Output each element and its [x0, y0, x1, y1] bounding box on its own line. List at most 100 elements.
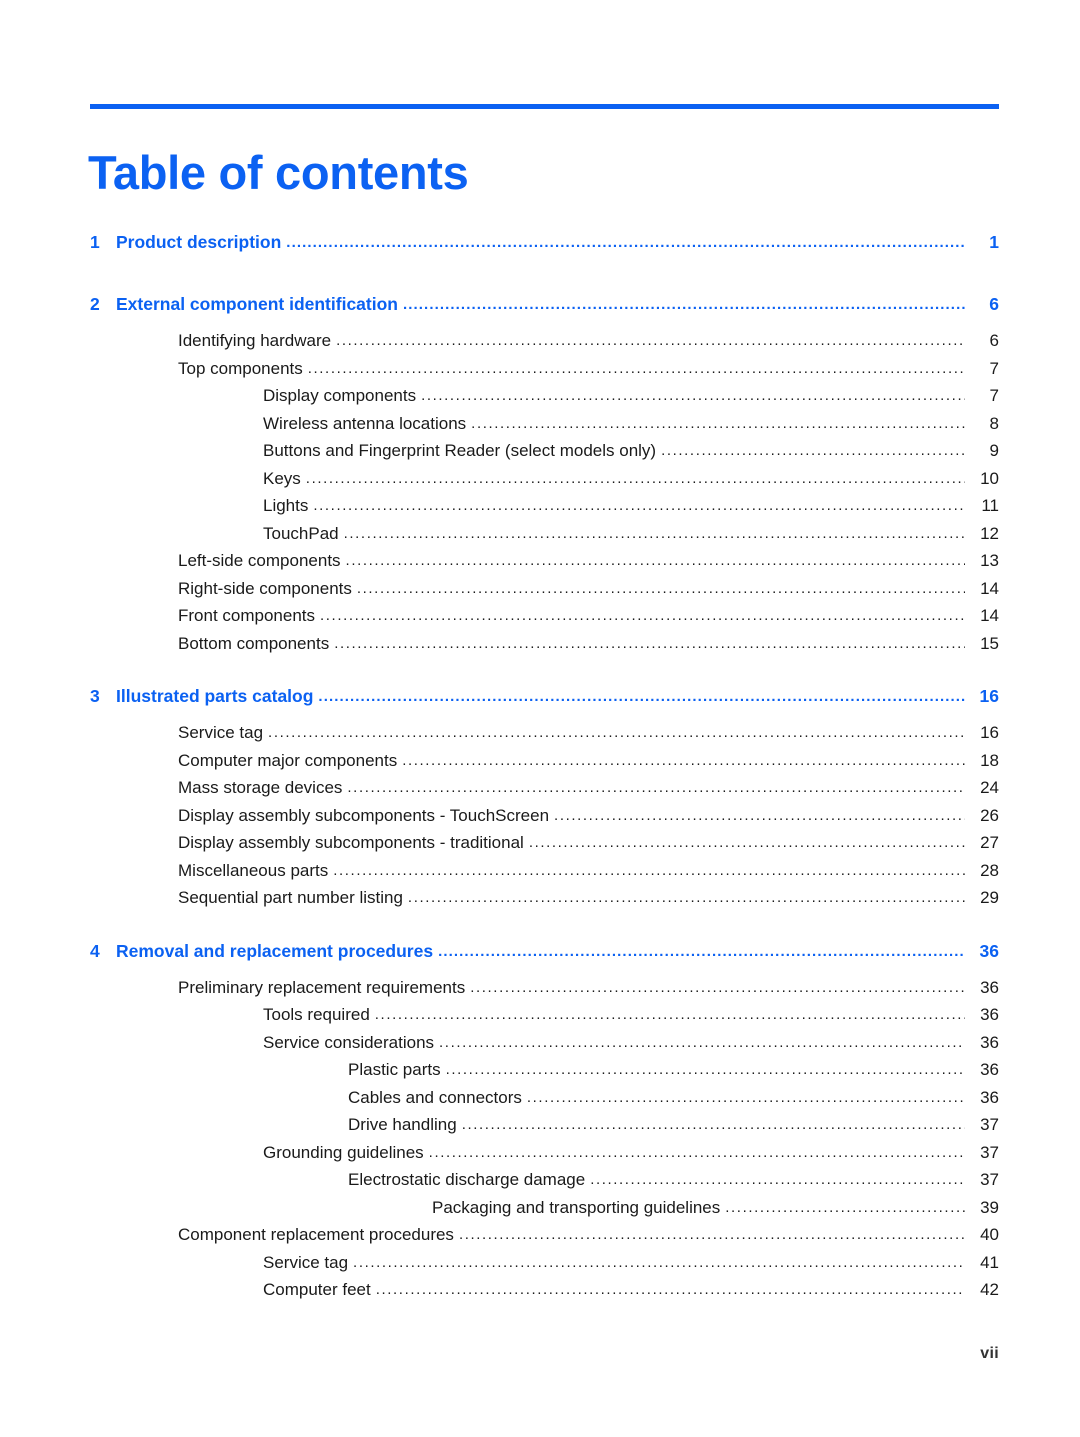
toc-entry-label: Right-side components — [178, 578, 352, 598]
toc-entry-row[interactable]: Computer feet...........................… — [90, 1280, 999, 1308]
toc-entry-label: Keys — [263, 468, 301, 488]
toc-page-number: 13 — [980, 551, 999, 570]
toc-entry-row[interactable]: Service tag.............................… — [90, 1253, 999, 1281]
toc-dot-leader: ........................................… — [336, 332, 965, 349]
toc-entry-label-wrap: Electrostatic discharge damage..........… — [90, 1170, 969, 1190]
toc-entry-label: Wireless antenna locations — [263, 413, 467, 433]
toc-dot-leader: ........................................… — [526, 1088, 965, 1106]
toc-entry-label-wrap: Top components..........................… — [90, 359, 969, 379]
page-title: Table of contents — [88, 146, 469, 200]
toc-dot-leader: ........................................… — [402, 751, 965, 769]
toc-page-number: 14 — [980, 578, 999, 598]
toc-entry-label-wrap: Bottom components.......................… — [90, 634, 969, 654]
toc-page-number: 12 — [980, 523, 999, 543]
toc-entry-label: Service considerations — [263, 1032, 435, 1052]
toc-entry-label-wrap: Service tag.............................… — [90, 1253, 969, 1273]
toc-dot-leader: ........................................… — [470, 978, 965, 996]
toc-dot-leader: ........................................… — [528, 834, 965, 851]
toc-chapter-number: 4 — [90, 940, 100, 961]
toc-dot-leader: ........................................… — [347, 779, 965, 796]
toc-entry-row[interactable]: Packaging and transporting guidelines...… — [90, 1198, 999, 1226]
toc-entry-row[interactable]: Display assembly subcomponents - TouchSc… — [90, 806, 999, 834]
toc-page-number: 16 — [980, 723, 999, 742]
toc-entry-label-wrap: External component identification.......… — [116, 294, 969, 315]
toc-page-number: 10 — [980, 468, 999, 488]
toc-entry-row[interactable]: Display assembly subcomponents - traditi… — [90, 833, 999, 861]
toc-entry-label: Electrostatic discharge damage — [348, 1170, 586, 1189]
toc-entry-row[interactable]: Electrostatic discharge damage..........… — [90, 1170, 999, 1198]
toc-page-number: 42 — [980, 1280, 999, 1299]
toc-entry-row[interactable]: Mass storage devices....................… — [90, 778, 999, 806]
toc-entry-row[interactable]: Buttons and Fingerprint Reader (select m… — [90, 441, 999, 469]
toc-page-number: 15 — [980, 633, 999, 653]
chapter-spacer — [0, 916, 1080, 941]
toc-dot-leader: ........................................… — [725, 1198, 965, 1216]
toc-entry-label: Removal and replacement procedures — [116, 940, 434, 961]
toc-entry-row[interactable]: Identifying hardware....................… — [90, 331, 999, 359]
toc-chapter-row[interactable]: 1 Product description....................… — [90, 232, 999, 265]
toc-dot-leader: ........................................… — [458, 1226, 965, 1243]
toc-entry-row[interactable]: Grounding guidelines....................… — [90, 1143, 999, 1171]
toc-page-number: 18 — [980, 750, 999, 770]
toc-chapter-row[interactable]: 3 Illustrated parts catalog..............… — [90, 686, 999, 719]
toc-entry-row[interactable]: Computer major components...............… — [90, 751, 999, 779]
toc-entry-row[interactable]: Display components......................… — [90, 386, 999, 414]
table-of-contents: 1 Product description....................… — [0, 232, 1080, 1308]
toc-entry-label-wrap: Buttons and Fingerprint Reader (select m… — [90, 441, 969, 461]
toc-dot-leader: ........................................… — [461, 1116, 965, 1133]
chapter-spacer — [0, 661, 1080, 686]
toc-dot-leader: ........................................… — [554, 806, 965, 824]
toc-entry-row[interactable]: Keys....................................… — [90, 469, 999, 497]
toc-entry-row[interactable]: TouchPad................................… — [90, 524, 999, 552]
toc-entry-row[interactable]: Bottom components.......................… — [90, 634, 999, 662]
toc-dot-leader: ........................................… — [428, 1143, 965, 1161]
toc-page-number: 37 — [980, 1170, 999, 1189]
toc-entry-row[interactable]: Right-side components...................… — [90, 579, 999, 607]
toc-entry-label-wrap: Removal and replacement procedures......… — [116, 941, 969, 962]
toc-entry-row[interactable]: Lights..................................… — [90, 496, 999, 524]
toc-dot-leader: ........................................… — [305, 469, 965, 487]
toc-chapter-row[interactable]: 4 Removal and replacement procedures.....… — [90, 941, 999, 974]
toc-entry-row[interactable]: Wireless antenna locations..............… — [90, 414, 999, 442]
toc-entry-row[interactable]: Service tag.............................… — [90, 723, 999, 751]
toc-page-number: 7 — [989, 358, 999, 378]
toc-chapter-number: 2 — [90, 294, 100, 314]
toc-entry-label: Packaging and transporting guidelines — [432, 1197, 721, 1217]
toc-entry-label: Plastic parts — [348, 1060, 441, 1079]
toc-page-number: 36 — [979, 940, 999, 961]
toc-entry-label: Display assembly subcomponents - traditi… — [178, 833, 524, 852]
toc-page-number: 27 — [980, 833, 999, 852]
toc-entry-row[interactable]: Preliminary replacement requirements....… — [90, 978, 999, 1006]
toc-page-number: 36 — [980, 1005, 999, 1024]
toc-entry-row[interactable]: Sequential part number listing..........… — [90, 888, 999, 916]
toc-page-number: 36 — [980, 1032, 999, 1052]
toc-entry-label-wrap: Packaging and transporting guidelines...… — [90, 1198, 969, 1218]
toc-entry-label-wrap: Mass storage devices....................… — [90, 778, 969, 798]
toc-chapter-row[interactable]: 2 External component identification......… — [90, 294, 999, 327]
toc-entry-label-wrap: Sequential part number listing..........… — [90, 888, 969, 908]
toc-entry-row[interactable]: Miscellaneous parts.....................… — [90, 861, 999, 889]
toc-entry-row[interactable]: Top components..........................… — [90, 359, 999, 387]
toc-page-number: 41 — [980, 1252, 999, 1272]
toc-entry-row[interactable]: Drive handling..........................… — [90, 1115, 999, 1143]
toc-dot-leader: ........................................… — [661, 442, 965, 459]
toc-page-number: 11 — [981, 496, 999, 515]
toc-page-number: 14 — [980, 606, 999, 625]
toc-entry-row[interactable]: Left-side components....................… — [90, 551, 999, 579]
toc-entry-label: Front components — [178, 606, 316, 625]
toc-entry-label-wrap: Preliminary replacement requirements....… — [90, 978, 969, 998]
toc-entry-row[interactable]: Tools required..........................… — [90, 1005, 999, 1033]
toc-entry-label: Grounding guidelines — [263, 1142, 424, 1162]
toc-entry-label: TouchPad — [263, 523, 339, 543]
toc-dot-leader: ........................................… — [334, 634, 965, 652]
toc-page-number: 36 — [980, 977, 999, 997]
toc-entry-row[interactable]: Cables and connectors...................… — [90, 1088, 999, 1116]
toc-chapter-number: 1 — [90, 232, 100, 252]
toc-entry-label: External component identification — [116, 294, 398, 314]
toc-entry-row[interactable]: Plastic parts...........................… — [90, 1060, 999, 1088]
toc-dot-leader: ........................................… — [356, 579, 965, 597]
toc-entry-row[interactable]: Service considerations..................… — [90, 1033, 999, 1061]
toc-entry-row[interactable]: Component replacement procedures........… — [90, 1225, 999, 1253]
toc-entry-row[interactable]: Front components........................… — [90, 606, 999, 634]
toc-entry-label: Computer feet — [263, 1280, 371, 1299]
